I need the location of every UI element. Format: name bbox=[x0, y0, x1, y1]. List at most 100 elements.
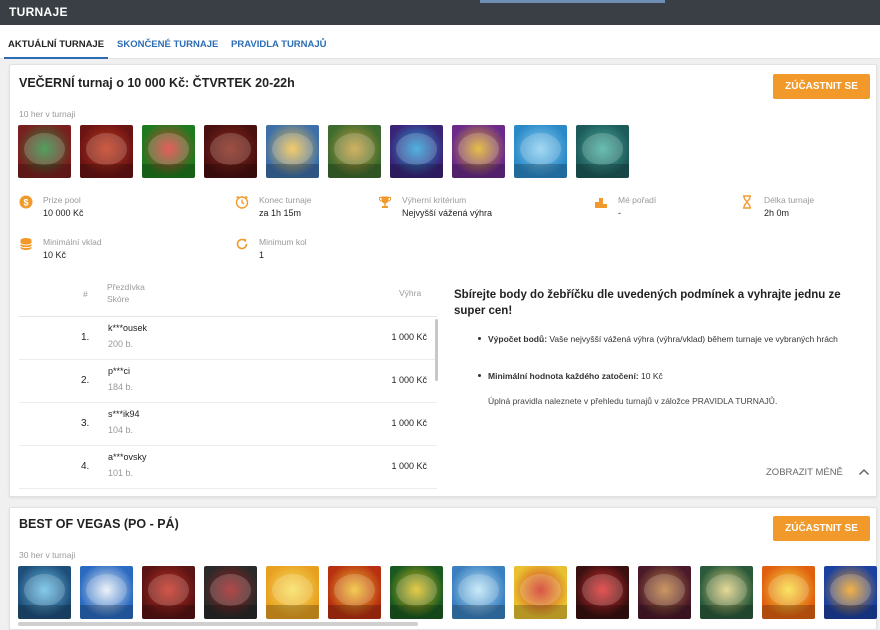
rank-cell: 1. bbox=[81, 332, 90, 343]
info-prize-pool: $ Prize pool 10 000 Kč bbox=[19, 195, 219, 225]
table-row: 1. k***ousek 200 b. 1 000 Kč bbox=[19, 317, 437, 360]
score-cell: 101 b. bbox=[108, 468, 134, 478]
game-thumbnail[interactable] bbox=[452, 566, 505, 619]
info-value: 10 000 Kč bbox=[43, 208, 84, 218]
info-label: Minimum kol bbox=[259, 237, 307, 247]
tab-finished-tournaments[interactable]: SKONČENÉ TURNAJE bbox=[117, 39, 218, 50]
tournament-title: BEST OF VEGAS (PO - PÁ) bbox=[19, 517, 179, 531]
games-count: 30 her v turnaji bbox=[19, 550, 76, 560]
table-row: 4. a***ovsky 101 b. 1 000 Kč bbox=[19, 446, 437, 489]
tournament-card-best-of-vegas: BEST OF VEGAS (PO - PÁ) ZÚČASTNIT SE 30 … bbox=[9, 507, 877, 630]
page-title: TURNAJE bbox=[9, 5, 68, 19]
nick-cell: k***ousek bbox=[108, 323, 148, 333]
join-tournament-button[interactable]: ZÚČASTNIT SE bbox=[773, 74, 870, 99]
game-thumbnail[interactable] bbox=[700, 566, 753, 619]
rank-cell: 3. bbox=[81, 418, 90, 429]
info-label: Délka turnaje bbox=[764, 195, 815, 205]
game-thumbnail[interactable] bbox=[80, 566, 133, 619]
info-label: Výherní kritérium bbox=[402, 195, 467, 205]
info-value: 10 Kč bbox=[43, 250, 67, 260]
game-thumbnail[interactable] bbox=[762, 566, 815, 619]
nick-cell: p***ci bbox=[108, 366, 131, 376]
top-accent-strip bbox=[480, 0, 665, 3]
leaderboard-score-header: Skóre bbox=[107, 294, 130, 304]
tournament-title: VEČERNÍ turnaj o 10 000 Kč: ČTVRTEK 20-2… bbox=[19, 76, 295, 90]
rules-item-title: Minimální hodnota každého zatočení: bbox=[488, 371, 639, 381]
chevron-up-icon[interactable] bbox=[858, 466, 870, 478]
info-end: Konec turnaje za 1h 15m bbox=[235, 195, 375, 225]
game-thumbnail[interactable] bbox=[390, 566, 443, 619]
svg-text:$: $ bbox=[23, 198, 28, 208]
leaderboard-prize-header: Výhra bbox=[399, 288, 422, 298]
prize-cell: 1 000 Kč bbox=[391, 461, 427, 471]
prize-cell: 1 000 Kč bbox=[391, 418, 427, 428]
game-thumbnails bbox=[18, 125, 629, 178]
info-label: Mé pořadí bbox=[618, 195, 657, 205]
info-label: Konec turnaje bbox=[259, 195, 312, 205]
show-less-link[interactable]: ZOBRAZIT MÉNĚ bbox=[766, 467, 843, 478]
game-thumbnail[interactable] bbox=[266, 566, 319, 619]
game-thumbnail[interactable] bbox=[638, 566, 691, 619]
info-value: Nejvyšší vážená výhra bbox=[402, 208, 493, 218]
coin-stack-icon bbox=[20, 238, 32, 250]
hourglass-icon bbox=[743, 195, 751, 209]
game-thumbnail[interactable] bbox=[328, 566, 381, 619]
game-thumbnail[interactable] bbox=[80, 125, 133, 178]
tab-tournament-rules[interactable]: PRAVIDLA TURNAJŮ bbox=[231, 39, 327, 50]
game-thumbnail[interactable] bbox=[142, 566, 195, 619]
nick-cell: s***ik94 bbox=[108, 409, 140, 419]
info-label: Prize pool bbox=[43, 195, 81, 205]
tab-current-tournaments[interactable]: AKTUÁLNÍ TURNAJE bbox=[3, 39, 109, 59]
tabs-bar: AKTUÁLNÍ TURNAJE SKONČENÉ TURNAJE PRAVID… bbox=[0, 25, 880, 59]
rules-item-min-spin: Minimální hodnota každého zatočení: 10 K… bbox=[478, 369, 858, 383]
info-my-rank: Mé pořadí - bbox=[594, 195, 734, 225]
top-bar: TURNAJE bbox=[0, 0, 880, 25]
nick-cell: a***ovsky bbox=[108, 452, 147, 462]
podium-icon bbox=[595, 198, 607, 208]
trophy-icon bbox=[378, 196, 392, 208]
game-thumbnail[interactable] bbox=[576, 125, 629, 178]
score-cell: 184 b. bbox=[108, 382, 134, 392]
leaderboard-table[interactable]: 1. k***ousek 200 b. 1 000 Kč 2. p***ci 1… bbox=[19, 316, 437, 489]
info-duration: Délka turnaje 2h 0m bbox=[740, 195, 860, 225]
prize-cell: 1 000 Kč bbox=[391, 375, 427, 385]
game-thumbnail[interactable] bbox=[576, 566, 629, 619]
rules-note: Úplná pravidla naleznete v přehledu turn… bbox=[488, 396, 778, 406]
game-thumbnail[interactable] bbox=[142, 125, 195, 178]
table-row: 2. p***ci 184 b. 1 000 Kč bbox=[19, 360, 437, 403]
game-thumbnail[interactable] bbox=[18, 566, 71, 619]
tournament-card-evening: VEČERNÍ turnaj o 10 000 Kč: ČTVRTEK 20-2… bbox=[9, 64, 877, 497]
game-thumbnail[interactable] bbox=[514, 566, 567, 619]
leaderboard-scrollbar[interactable] bbox=[435, 319, 438, 381]
score-cell: 200 b. bbox=[108, 339, 134, 349]
leaderboard-player-header: Přezdívka bbox=[107, 282, 145, 292]
game-thumbnail[interactable] bbox=[18, 125, 71, 178]
coin-icon: $ bbox=[19, 195, 33, 209]
table-row: 3. s***ik94 104 b. 1 000 Kč bbox=[19, 403, 437, 446]
game-thumbnail[interactable] bbox=[824, 566, 877, 619]
game-thumbnail[interactable] bbox=[390, 125, 443, 178]
game-thumbnail[interactable] bbox=[204, 566, 257, 619]
rules-heading: Sbírejte body do žebříčku dle uvedených … bbox=[454, 289, 841, 317]
game-thumbnail[interactable] bbox=[266, 125, 319, 178]
info-min-deposit: Minimální vklad 10 Kč bbox=[19, 237, 219, 267]
score-cell: 104 b. bbox=[108, 425, 134, 435]
info-value: - bbox=[618, 208, 621, 218]
leaderboard-rank-header: # bbox=[83, 289, 88, 299]
rules-item-text: 10 Kč bbox=[638, 371, 663, 381]
game-thumbnail[interactable] bbox=[452, 125, 505, 178]
rules-item-title: Výpočet bodů: bbox=[488, 334, 548, 344]
games-scrollbar[interactable] bbox=[18, 622, 418, 626]
games-count: 10 her v turnaji bbox=[19, 109, 76, 119]
info-min-rounds: Minimum kol 1 bbox=[235, 237, 375, 267]
rank-cell: 2. bbox=[81, 375, 90, 386]
rules-item-text: Vaše nejvyšší vážená výhra (výhra/vklad)… bbox=[547, 334, 838, 344]
game-thumbnail[interactable] bbox=[204, 125, 257, 178]
rules-item-points: Výpočet bodů: Vaše nejvyšší vážená výhra… bbox=[478, 332, 858, 346]
join-tournament-button[interactable]: ZÚČASTNIT SE bbox=[773, 516, 870, 541]
info-value: za 1h 15m bbox=[259, 208, 302, 218]
game-thumbnail[interactable] bbox=[328, 125, 381, 178]
game-thumbnail[interactable] bbox=[514, 125, 567, 178]
info-value: 2h 0m bbox=[764, 208, 790, 218]
alarm-clock-icon bbox=[235, 195, 249, 209]
